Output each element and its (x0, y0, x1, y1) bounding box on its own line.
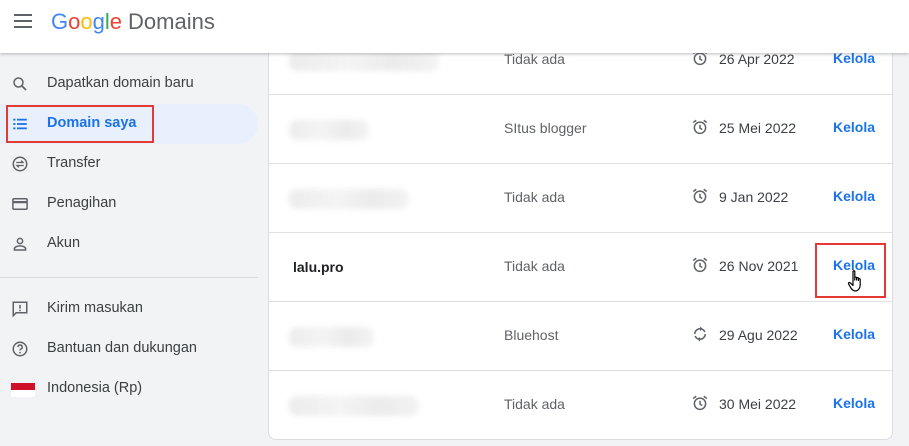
table-row[interactable]: SItus blogger 25 Mei 2022 Kelola (269, 95, 892, 164)
menu-icon[interactable] (14, 14, 32, 28)
sidebar-item-label: Kirim masukan (47, 300, 143, 316)
sidebar-item-label: Akun (47, 235, 81, 251)
expiry-date: 26 Nov 2021 (719, 258, 799, 274)
manage-button[interactable]: Kelola (833, 395, 875, 411)
table-row[interactable]: lalu.pro Tidak ada 26 Nov 2021 Kelola (269, 233, 892, 302)
expiry-date: 26 Apr 2022 (719, 51, 795, 67)
sidebar-item-label: Bantuan dan dukungan (47, 340, 197, 356)
sidebar-item-feedback[interactable]: Kirim masukan (0, 289, 258, 329)
sidebar-item-label: Penagihan (47, 195, 117, 211)
sidebar-item-label: Dapatkan domain baru (47, 75, 194, 91)
alarm-icon (691, 118, 709, 136)
site-cell: Tidak ada (504, 258, 565, 274)
sidebar-item-transfer[interactable]: Transfer (0, 144, 258, 184)
sidebar-divider (0, 277, 258, 278)
google-domains-logo[interactable]: Google Domains (51, 9, 215, 35)
app-header: Google Domains (0, 0, 909, 53)
domain-name[interactable]: lalu.pro (293, 259, 344, 275)
hand-cursor-icon (847, 269, 867, 293)
site-cell: Tidak ada (504, 51, 565, 67)
alarm-icon (691, 187, 709, 205)
alarm-icon (691, 256, 709, 274)
sidebar-item-label: Domain saya (47, 115, 137, 131)
manage-button[interactable]: Kelola (833, 119, 875, 135)
feedback-icon (11, 300, 29, 318)
sidebar-item-billing[interactable]: Penagihan (0, 184, 258, 224)
domain-name-redacted (289, 51, 439, 71)
domain-name-redacted (289, 396, 419, 416)
manage-button[interactable]: Kelola (833, 188, 875, 204)
site-cell: Bluehost (504, 327, 559, 343)
expiry-date: 25 Mei 2022 (719, 120, 797, 136)
table-row[interactable]: Bluehost 29 Agu 2022 Kelola (269, 302, 892, 371)
alarm-icon (691, 394, 709, 412)
domain-table: Tidak ada 26 Apr 2022 Kelola SItus blogg… (268, 50, 893, 440)
table-row[interactable]: Tidak ada 9 Jan 2022 Kelola (269, 164, 892, 233)
search-icon (11, 75, 29, 93)
table-row[interactable]: Tidak ada 30 Mei 2022 Kelola (269, 371, 892, 440)
sidebar-item-label: Transfer (47, 155, 101, 171)
sidebar-item-help[interactable]: Bantuan dan dukungan (0, 329, 258, 369)
expiry-date: 29 Agu 2022 (719, 327, 798, 343)
list-icon (11, 115, 29, 133)
person-icon (11, 235, 29, 253)
site-cell: Tidak ada (504, 396, 565, 412)
sidebar-item-my-domains[interactable]: Domain saya (0, 104, 258, 144)
transfer-icon (11, 155, 29, 173)
sidebar-item-account[interactable]: Akun (0, 224, 258, 264)
sidebar-item-language[interactable]: Indonesia (Rp) (0, 369, 258, 409)
sidebar-item-get-domain[interactable]: Dapatkan domain baru (0, 64, 258, 104)
domain-name-redacted (289, 120, 369, 140)
expiry-date: 9 Jan 2022 (719, 189, 789, 205)
domain-name-redacted (289, 327, 374, 347)
site-cell: Tidak ada (504, 189, 565, 205)
sidebar-item-label: Indonesia (Rp) (47, 380, 143, 396)
autorenew-icon (691, 325, 709, 343)
site-cell: SItus blogger (504, 120, 587, 136)
manage-button[interactable]: Kelola (833, 326, 875, 342)
expiry-date: 30 Mei 2022 (719, 396, 797, 412)
help-icon (11, 340, 29, 358)
indonesia-flag-icon (11, 383, 35, 397)
credit-card-icon (11, 195, 29, 213)
domain-name-redacted (289, 189, 409, 209)
sidebar: Dapatkan domain baru Domain saya Transfe… (0, 53, 268, 446)
